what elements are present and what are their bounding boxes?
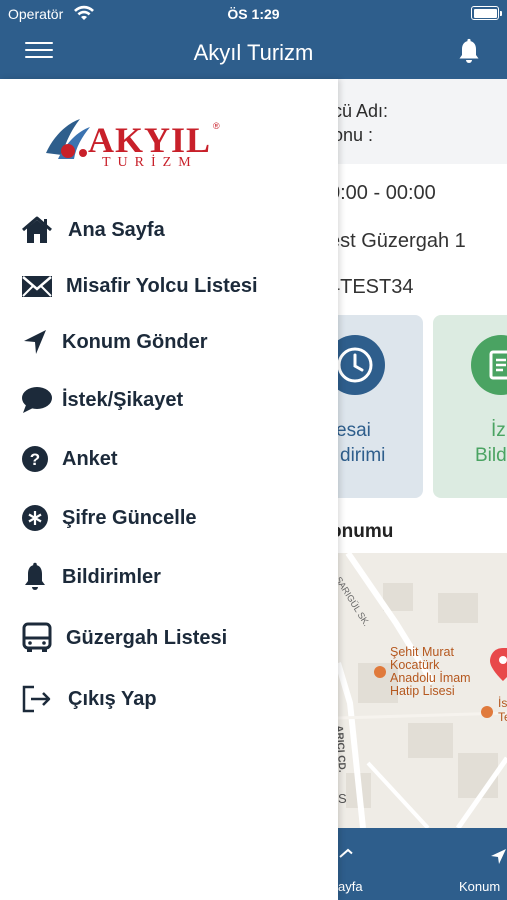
menu-label: Misafir Yolcu Listesi bbox=[66, 275, 258, 297]
status-bar: Operatör ÖS 1:29 bbox=[0, 0, 507, 28]
menu-item-logout[interactable]: Çıkış Yap bbox=[0, 676, 338, 722]
tile-overtime-line1: esai bbox=[338, 420, 371, 441]
envelope-icon bbox=[22, 276, 52, 297]
bottom-nav-location-label[interactable]: Konum bbox=[459, 879, 500, 894]
map-edge-label: S bbox=[338, 791, 347, 806]
map-poi-line: Hatip Lisesi bbox=[390, 684, 455, 698]
menu-item-route-list[interactable]: Güzergah Listesi bbox=[0, 615, 338, 661]
map-poi-school: Şehit Murat Kocatürk Anadolu İmam Hatip … bbox=[390, 646, 471, 698]
menu-label: Anket bbox=[62, 448, 118, 470]
menu-item-notifications[interactable]: Bildirimler bbox=[0, 554, 338, 600]
tile-overtime-line2: dirimi bbox=[340, 445, 386, 466]
location-nav-icon[interactable] bbox=[488, 846, 507, 866]
map-poi-line: İs bbox=[498, 696, 507, 710]
bell-icon bbox=[25, 562, 45, 590]
menu-label: Bildirimler bbox=[62, 566, 161, 588]
home-page: cü Adı: onu : 0:00 - 00:00 est Güzergah … bbox=[338, 79, 507, 900]
side-drawer: AKYIL ® TURİZM Ana Sayfa Misafir Yolcu L… bbox=[0, 79, 338, 900]
document-icon bbox=[471, 335, 507, 395]
logo-registered-mark: ® bbox=[213, 121, 220, 131]
menu-item-guest-passengers[interactable]: Misafir Yolcu Listesi bbox=[0, 263, 338, 309]
driver-info-card: cü Adı: onu : bbox=[338, 79, 507, 164]
shift-time: 0:00 - 00:00 bbox=[338, 182, 436, 204]
home-nav-icon[interactable] bbox=[338, 848, 358, 868]
asterisk-circle-icon bbox=[22, 505, 48, 531]
menu-label: Ana Sayfa bbox=[68, 219, 165, 241]
app-header: Operatör ÖS 1:29 Akyıl Turizm bbox=[0, 0, 507, 79]
menu-label: Şifre Güncelle bbox=[62, 507, 197, 529]
home-icon bbox=[22, 216, 52, 243]
location-arrow-icon bbox=[24, 330, 46, 354]
menu-item-requests-complaints[interactable]: İstek/Şikayet bbox=[0, 377, 338, 423]
menu-label: Konum Gönder bbox=[62, 331, 208, 353]
menu-label: İstek/Şikayet bbox=[62, 389, 184, 411]
route-name: est Güzergah 1 bbox=[338, 230, 466, 252]
logout-icon bbox=[22, 685, 51, 713]
location-section-title: onumu bbox=[338, 521, 394, 542]
menu-label: Güzergah Listesi bbox=[66, 627, 228, 649]
bus-icon bbox=[22, 622, 52, 652]
brand-logo: AKYIL ® TURİZM bbox=[40, 113, 240, 179]
status-time: ÖS 1:29 bbox=[227, 6, 280, 22]
driver-phone-label: onu : bbox=[338, 125, 374, 145]
chat-bubble-icon bbox=[22, 387, 52, 413]
logo-subtitle: TURİZM bbox=[102, 155, 198, 170]
battery-icon bbox=[471, 6, 502, 20]
leave-notification-tile[interactable]: İz Bildi bbox=[433, 315, 507, 498]
map-poi-edge: İs Te bbox=[498, 696, 507, 724]
svg-text:?: ? bbox=[30, 450, 40, 469]
bottom-nav-home-label[interactable]: ayfa bbox=[338, 879, 363, 894]
overtime-notification-tile[interactable]: esai dirimi bbox=[338, 315, 423, 498]
bottom-navigation: ayfa Konum bbox=[338, 828, 507, 900]
vehicle-plate: 4TEST34 bbox=[338, 276, 414, 298]
clock-icon bbox=[338, 335, 385, 395]
menu-item-survey[interactable]: ? Anket bbox=[0, 436, 338, 482]
tile-leave-line1: İz bbox=[491, 420, 506, 441]
menu-item-send-location[interactable]: Konum Gönder bbox=[0, 319, 338, 365]
page-title: Akyıl Turizm bbox=[193, 40, 314, 65]
map-poi-line: Te bbox=[498, 710, 507, 724]
question-circle-icon: ? bbox=[22, 446, 48, 472]
notifications-bell-icon[interactable] bbox=[455, 38, 483, 66]
driver-name-label: cü Adı: bbox=[338, 101, 389, 121]
menu-label: Çıkış Yap bbox=[68, 688, 157, 710]
menu-item-home[interactable]: Ana Sayfa bbox=[0, 207, 338, 253]
tile-leave-line2: Bildi bbox=[475, 445, 507, 466]
menu-item-update-password[interactable]: Şifre Güncelle bbox=[0, 495, 338, 541]
location-map[interactable]: SARIGÜL SK. ARIÇI CD. Şehit Murat Kocatü… bbox=[338, 553, 507, 828]
